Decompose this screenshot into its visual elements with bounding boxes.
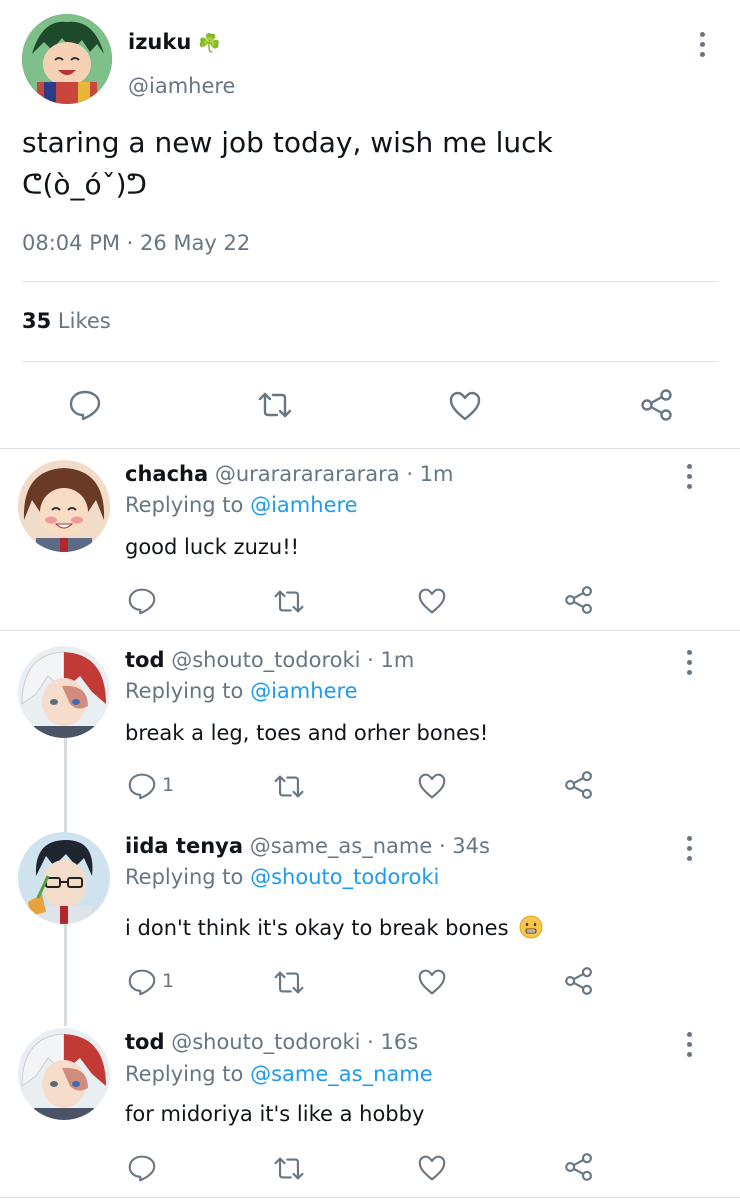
like-heart-icon[interactable]	[417, 1154, 447, 1182]
share-icon[interactable]	[563, 770, 595, 800]
replying-to-link[interactable]: @iamhere	[250, 493, 357, 517]
reply-text: for midoriya it's like a hobby	[125, 1102, 425, 1126]
reply-icon[interactable]	[127, 968, 157, 996]
reply-text: good luck zuzu!!	[125, 535, 300, 559]
avatar-izuku[interactable]	[22, 14, 112, 104]
retweet-icon[interactable]	[272, 773, 306, 800]
reply-time: · 16s	[367, 1030, 419, 1054]
replying-to-link[interactable]: @shouto_todoroki	[250, 865, 439, 889]
more-options-icon[interactable]	[677, 648, 701, 678]
tweet-timestamp[interactable]: 08:04 PM · 26 May 22	[22, 231, 250, 255]
user-handle[interactable]: @shouto_todoroki	[171, 1030, 360, 1054]
reply-count: 1	[162, 774, 175, 796]
more-options-icon[interactable]	[677, 834, 701, 864]
reply-icon[interactable]	[127, 1154, 157, 1182]
divider	[0, 630, 740, 631]
like-heart-icon[interactable]	[448, 390, 482, 422]
tweet-text-line1: staring a new job today, wish me luck	[22, 126, 553, 159]
reply-text: i don't think it's okay to break bones	[125, 916, 509, 940]
likes-label: Likes	[57, 309, 111, 333]
avatar-chacha[interactable]	[18, 460, 110, 552]
thread-connector-line	[64, 922, 67, 1026]
more-options-icon[interactable]	[677, 462, 701, 492]
retweet-icon[interactable]	[256, 390, 294, 420]
share-icon[interactable]	[563, 1152, 595, 1182]
display-name[interactable]: izuku	[128, 30, 191, 54]
reply-time: · 1m	[406, 462, 454, 486]
reply-text: break a leg, toes and orher bones!	[125, 721, 489, 745]
like-heart-icon[interactable]	[417, 587, 447, 615]
replying-label: Replying to	[125, 1062, 244, 1086]
user-handle[interactable]: @same_as_name	[250, 834, 433, 858]
retweet-icon[interactable]	[272, 1155, 306, 1182]
reply-icon[interactable]	[68, 389, 102, 421]
divider	[22, 281, 718, 282]
display-name[interactable]: tod	[125, 1030, 165, 1054]
avatar-todoroki[interactable]	[18, 1028, 110, 1120]
avatar-todoroki[interactable]	[18, 646, 110, 738]
thread-connector-line	[64, 735, 67, 835]
user-handle[interactable]: @urarararararara	[215, 462, 400, 486]
display-name[interactable]: chacha	[125, 462, 208, 486]
divider	[0, 1197, 740, 1198]
retweet-icon[interactable]	[272, 969, 306, 996]
more-options-icon[interactable]	[690, 30, 714, 60]
reply-time: · 34s	[438, 834, 490, 858]
display-name[interactable]: iida tenya	[125, 834, 243, 858]
more-options-icon[interactable]	[677, 1030, 701, 1060]
user-handle[interactable]: @iamhere	[128, 74, 235, 98]
likes-count: 35	[22, 309, 52, 333]
like-heart-icon[interactable]	[417, 772, 447, 800]
grimacing-face-emoji-icon	[519, 915, 543, 939]
like-heart-icon[interactable]	[417, 968, 447, 996]
user-handle[interactable]: @shouto_todoroki	[171, 648, 360, 672]
clover-emoji: ☘️	[197, 33, 221, 54]
likes-stat[interactable]: 35 Likes	[22, 309, 111, 333]
retweet-icon[interactable]	[272, 588, 306, 615]
reply-icon[interactable]	[127, 772, 157, 800]
tweet-text-line2: ᕦ(ò_óˇ)ᕤ	[22, 168, 147, 201]
replying-label: Replying to	[125, 679, 244, 703]
divider	[0, 448, 740, 449]
replying-to-link[interactable]: @iamhere	[250, 679, 357, 703]
replying-to-link[interactable]: @same_as_name	[250, 1062, 433, 1086]
divider	[22, 361, 718, 362]
display-name[interactable]: tod	[125, 648, 165, 672]
avatar-iida[interactable]	[18, 832, 110, 924]
reply-count: 1	[162, 970, 175, 992]
share-icon[interactable]	[563, 966, 595, 996]
reply-time: · 1m	[367, 648, 415, 672]
replying-label: Replying to	[125, 865, 244, 889]
share-icon[interactable]	[639, 388, 675, 422]
share-icon[interactable]	[563, 585, 595, 615]
replying-label: Replying to	[125, 493, 244, 517]
reply-icon[interactable]	[127, 587, 157, 615]
